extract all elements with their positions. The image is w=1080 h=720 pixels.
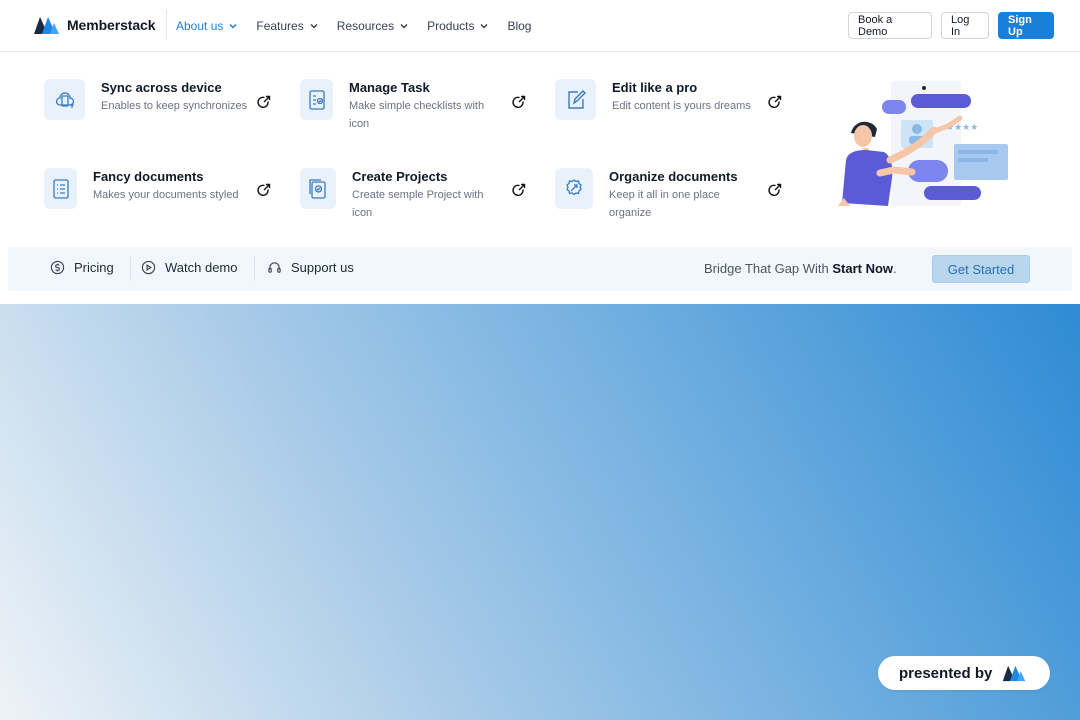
memberstack-logo-icon — [1003, 665, 1026, 682]
support-link[interactable]: Support us — [267, 260, 354, 275]
brand-name: Memberstack — [67, 17, 156, 33]
tagline-prefix: Bridge That Gap With — [704, 261, 833, 276]
bar-divider — [254, 257, 255, 281]
headset-icon — [268, 262, 281, 273]
feature-description: Create semple Project with icon — [352, 189, 484, 219]
feature-title: Organize documents — [609, 169, 738, 184]
dollar-icon — [50, 260, 65, 275]
login-button[interactable]: Log In — [941, 12, 989, 39]
nav-products-label: Products — [427, 19, 475, 33]
about-us-dropdown-panel: Sync across device Enables to keep synch… — [0, 52, 1080, 304]
feature-item-sync[interactable]: Sync across device Enables to keep synch… — [44, 79, 251, 120]
pricing-label: Pricing — [74, 260, 114, 275]
chevron-down-icon — [480, 23, 488, 29]
play-icon — [141, 260, 156, 275]
signup-button[interactable]: Sign Up — [998, 12, 1054, 39]
nav-links: About us Features Resources Products Blo… — [176, 0, 549, 52]
tagline-suffix: . — [893, 261, 897, 276]
brand-logo[interactable]: Memberstack — [33, 15, 155, 35]
feature-icon-box — [300, 79, 333, 120]
feature-icon-box — [555, 168, 593, 209]
feature-description: Make simple checklists with icon — [349, 100, 485, 130]
bar-tagline: Bridge That Gap With Start Now. — [704, 261, 897, 276]
feature-title: Edit like a pro — [612, 80, 698, 95]
nav-resources-label: Resources — [336, 19, 395, 33]
presented-by-badge[interactable]: presented by — [878, 656, 1050, 690]
edit-icon — [567, 89, 586, 109]
feature-description: Enables to keep synchronizes — [101, 100, 248, 112]
chevron-down-icon — [400, 23, 408, 29]
feature-item-organize-docs[interactable]: Organize documents Keep it all in one pl… — [555, 168, 759, 222]
get-started-button[interactable]: Get Started — [932, 255, 1030, 283]
nav-features[interactable]: Features — [256, 19, 318, 33]
presented-by-label: presented by — [899, 664, 993, 682]
book-demo-button[interactable]: Book a Demo — [848, 12, 932, 39]
feature-icon-box — [300, 168, 336, 209]
chevron-down-icon — [229, 23, 237, 29]
external-arrow-icon[interactable] — [512, 183, 526, 197]
nav-actions: Book a Demo Log In Sign Up — [848, 12, 1054, 39]
person-illustration: ★★★★ — [838, 81, 1008, 206]
bar-divider — [130, 257, 131, 281]
memberstack-logo-icon — [34, 17, 59, 34]
document-icon — [52, 178, 69, 199]
top-navbar: Memberstack About us Features Resources … — [0, 0, 1080, 52]
feature-item-fancy-docs[interactable]: Fancy documents Makes your documents sty… — [44, 168, 243, 209]
external-arrow-icon[interactable] — [257, 183, 271, 197]
feature-description: Makes your documents styled — [93, 189, 239, 201]
checklist-icon — [308, 89, 325, 110]
support-label: Support us — [291, 260, 354, 275]
external-arrow-icon[interactable] — [512, 95, 526, 109]
dropdown-bottom-bar: Pricing Watch demo Support us Bridge Tha… — [8, 247, 1072, 291]
chevron-down-icon — [310, 23, 318, 29]
feature-description: Edit content is yours dreams — [612, 100, 751, 112]
external-arrow-icon[interactable] — [257, 95, 271, 109]
feature-title: Fancy documents — [93, 169, 204, 184]
nav-blog-label: Blog — [507, 19, 532, 33]
sync-device-icon — [55, 91, 74, 108]
tagline-bold: Start Now — [832, 261, 894, 276]
watch-demo-link[interactable]: Watch demo — [141, 260, 238, 275]
nav-features-label: Features — [256, 19, 304, 33]
feature-item-create-projects[interactable]: Create Projects Create semple Project wi… — [300, 168, 502, 222]
feature-icon-box — [555, 79, 596, 120]
nav-products[interactable]: Products — [427, 19, 489, 33]
organize-icon — [566, 178, 582, 195]
pricing-link[interactable]: Pricing — [50, 260, 114, 275]
feature-icon-box — [44, 168, 77, 209]
feature-title: Manage Task — [349, 80, 430, 95]
feature-item-edit[interactable]: Edit like a pro Edit content is yours dr… — [555, 79, 762, 120]
feature-icon-box — [44, 79, 85, 120]
nav-blog[interactable]: Blog — [507, 19, 531, 33]
nav-about-us-label: About us — [176, 19, 224, 33]
feature-title: Sync across device — [101, 80, 222, 95]
nav-divider — [166, 10, 167, 40]
external-arrow-icon[interactable] — [768, 95, 782, 109]
nav-resources[interactable]: Resources — [337, 19, 409, 33]
nav-about-us[interactable]: About us — [176, 19, 238, 33]
feature-description: Keep it all in one place organize — [609, 189, 720, 219]
feature-title: Create Projects — [352, 169, 448, 184]
watch-demo-label: Watch demo — [165, 260, 238, 275]
feature-item-manage-task[interactable]: Manage Task Make simple checklists with … — [300, 79, 499, 133]
external-arrow-icon[interactable] — [768, 183, 782, 197]
project-icon — [309, 178, 326, 199]
